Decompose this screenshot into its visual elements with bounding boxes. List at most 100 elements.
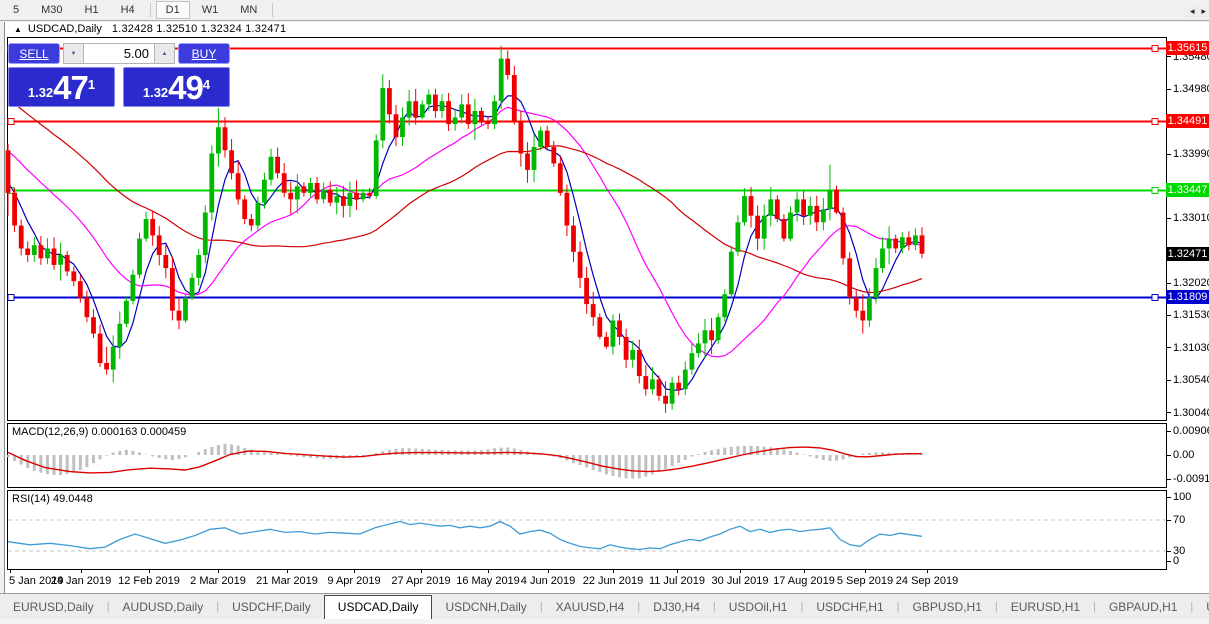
candle-body <box>348 193 353 206</box>
candle-body <box>157 235 162 255</box>
candle-body <box>308 183 313 193</box>
timeframe-button-d1[interactable]: D1 <box>156 1 190 19</box>
candle-body <box>795 199 800 212</box>
candle-body <box>906 237 911 245</box>
candle-body <box>499 59 504 102</box>
date-label: 2 Mar 2019 <box>190 575 246 587</box>
rsi-chart[interactable] <box>7 490 1167 570</box>
date-label: 11 Jul 2019 <box>649 575 705 587</box>
buy-price-sup: 4 <box>203 70 210 100</box>
candle-body <box>466 104 471 124</box>
candle-body <box>492 101 497 124</box>
timeframe-button-h4[interactable]: H4 <box>111 1 145 19</box>
chart-tab-xauusd-h4[interactable]: XAUUSD,H4 <box>543 597 638 617</box>
candle-body <box>676 383 681 390</box>
candle-body <box>867 298 872 321</box>
candle-body <box>716 317 721 340</box>
chart-tab-usdcad-daily[interactable]: USDCAD,Daily <box>324 595 433 619</box>
timeframe-button-m30[interactable]: M30 <box>31 1 72 19</box>
candle-body <box>426 95 431 105</box>
date-tick-mark <box>421 570 422 573</box>
candle-body <box>486 121 491 124</box>
sell-button[interactable]: SELL <box>8 43 60 64</box>
timeframe-button-5[interactable]: 5 <box>3 1 29 19</box>
candle-body <box>545 131 550 147</box>
candle-body <box>913 235 918 245</box>
chart-tab-usdoil-h1[interactable]: USDOil,H1 <box>716 597 801 617</box>
candle-body <box>788 213 793 239</box>
level-handle-icon[interactable] <box>1152 188 1158 194</box>
candle-body <box>663 396 668 404</box>
timeframe-button-mn[interactable]: MN <box>230 1 267 19</box>
volume-input[interactable] <box>83 43 155 64</box>
chevron-up-icon: ▲ <box>162 51 168 57</box>
volume-decrease-button[interactable]: ▼ <box>63 43 84 64</box>
candle-body <box>834 190 839 213</box>
date-tick-mark <box>927 570 928 573</box>
date-tick-mark <box>10 570 11 573</box>
toolbar-separator <box>272 3 273 17</box>
timeframe-button-w1[interactable]: W1 <box>192 1 229 19</box>
level-handle-icon[interactable] <box>1152 295 1158 301</box>
chart-tab-gbpaud-h1[interactable]: GBPAUD,H1 <box>1096 597 1190 617</box>
chart-tab-eurusd-h1[interactable]: EURUSD,H1 <box>998 597 1093 617</box>
candle-body <box>670 383 675 404</box>
date-label: 17 Aug 2019 <box>773 575 835 587</box>
chart-tab-dj30-h4[interactable]: DJ30,H4 <box>640 597 713 617</box>
sell-button-label: SELL <box>19 47 48 61</box>
candle-body <box>854 298 859 311</box>
candle-body <box>860 311 865 321</box>
candle-body <box>295 186 300 199</box>
candle-body <box>762 216 767 239</box>
chart-tab-usdchf-h1[interactable]: USDCHF,H1 <box>803 597 896 617</box>
candle-body <box>407 101 412 117</box>
candle-body <box>749 196 754 216</box>
collapse-panel-icon[interactable]: ▲ <box>14 25 22 34</box>
tab-scroll-right-icon[interactable]: ▸ <box>1201 6 1206 16</box>
timeframe-button-h1[interactable]: H1 <box>75 1 109 19</box>
date-tick-mark <box>354 570 355 573</box>
level-handle-icon[interactable] <box>8 295 14 301</box>
candle-body <box>170 268 175 311</box>
candle-body <box>144 219 149 239</box>
candle-body <box>604 337 609 347</box>
candle-body <box>446 101 451 124</box>
chart-tab-gbpusd-h1[interactable]: GBPUSD,H1 <box>900 597 995 617</box>
chart-tab-usdjp[interactable]: USDJP <box>1193 597 1209 617</box>
candle-body <box>624 337 629 360</box>
candle-body <box>262 180 267 203</box>
level-handle-icon[interactable] <box>8 119 14 125</box>
volume-increase-button[interactable]: ▲ <box>154 43 175 64</box>
candle-body <box>611 321 616 347</box>
candle-body <box>223 127 228 150</box>
tab-scroll-left-icon[interactable]: ◂ <box>1190 6 1195 16</box>
candle-body <box>755 216 760 239</box>
date-label: 24 Jan 2019 <box>51 575 112 587</box>
candle-body <box>808 206 813 216</box>
date-tick-mark <box>677 570 678 573</box>
level-handle-icon[interactable] <box>1152 46 1158 52</box>
chart-tab-usdcnh-daily[interactable]: USDCNH,Daily <box>432 597 539 617</box>
chart-title-symbol: USDCAD,Daily <box>28 23 102 35</box>
timeframe-toolbar: 5M30H1H4 D1W1MN <box>0 0 1209 21</box>
candle-body <box>163 255 168 268</box>
candle-body <box>880 249 885 269</box>
rsi-tick-label: 70 <box>1173 514 1185 526</box>
candle-body <box>32 245 37 255</box>
symbol-tab-bar: EURUSD,Daily|AUDUSD,Daily|USDCHF,DailyUS… <box>0 593 1209 620</box>
chart-tab-usdchf-daily[interactable]: USDCHF,Daily <box>219 597 324 617</box>
chart-tab-eurusd-daily[interactable]: EURUSD,Daily <box>0 597 107 617</box>
candle-body <box>85 298 90 318</box>
chart-tab-audusd-daily[interactable]: AUDUSD,Daily <box>110 597 217 617</box>
buy-button[interactable]: BUY <box>178 43 230 64</box>
sell-price-display[interactable]: 1.32 47 1 <box>8 67 115 107</box>
macd-indicator-label: MACD(12,26,9) 0.000163 0.000459 <box>12 426 186 438</box>
date-axis[interactable]: 5 Jan 201924 Jan 201912 Feb 20192 Mar 20… <box>7 570 1209 592</box>
candle-body <box>71 271 76 281</box>
candle-body <box>558 163 563 193</box>
candle-body <box>736 222 741 252</box>
level-handle-icon[interactable] <box>1152 119 1158 125</box>
macd-tick-mark <box>1167 455 1171 456</box>
buy-price-display[interactable]: 1.32 49 4 <box>123 67 230 107</box>
candle-body <box>117 324 122 347</box>
